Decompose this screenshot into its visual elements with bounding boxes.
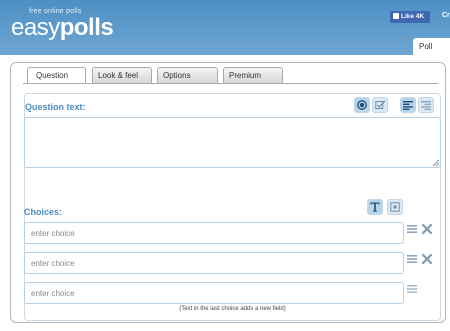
choices-label: Choices:: [24, 207, 63, 217]
question-text-label: Question text:: [25, 102, 86, 112]
choices-hint: (Text in the last choice adds a new fiel…: [179, 306, 286, 312]
choice-input-1[interactable]: enter choice: [24, 222, 404, 244]
choice-input-2[interactable]: enter choice: [24, 252, 404, 274]
align-right-button[interactable]: [418, 97, 434, 113]
delete-choice-icon[interactable]: [421, 253, 433, 265]
text-icon: [370, 202, 380, 212]
drag-handle-icon[interactable]: [406, 253, 418, 265]
delete-choice-icon[interactable]: [421, 223, 433, 235]
logo-word-bold: polls: [59, 14, 114, 41]
poll-editor-card: Question Look & feel Options Premium Que…: [10, 62, 446, 323]
image-choice-button[interactable]: [387, 199, 403, 215]
question-text-input[interactable]: [24, 117, 441, 168]
thumbs-up-icon: [393, 12, 399, 19]
logo-word-light: easy: [11, 14, 60, 41]
tab-divider: [23, 83, 438, 84]
radio-icon: [357, 100, 367, 110]
drag-handle-icon[interactable]: [406, 283, 418, 295]
align-left-button[interactable]: [400, 97, 416, 113]
tab-premium[interactable]: Premium: [223, 67, 283, 83]
tab-look-and-feel[interactable]: Look & feel: [92, 67, 152, 83]
tab-options[interactable]: Options: [157, 67, 218, 83]
image-icon: [390, 202, 400, 212]
facebook-like-button[interactable]: Like 4K: [390, 11, 430, 23]
align-left-icon: [403, 101, 413, 110]
multiple-choice-button[interactable]: [372, 97, 388, 113]
like-label: Like 4K: [401, 13, 425, 20]
text-choice-button[interactable]: [367, 199, 383, 215]
tab-poll[interactable]: Poll: [413, 38, 450, 55]
checkbox-icon: [375, 100, 386, 109]
header-link-cut[interactable]: Cr: [442, 12, 450, 19]
tab-question[interactable]: Question: [27, 67, 86, 84]
logo-wordmark: easypolls: [11, 14, 114, 42]
drag-handle-icon[interactable]: [406, 223, 418, 235]
align-right-icon: [421, 101, 431, 110]
choice-input-3[interactable]: enter choice: [24, 282, 404, 304]
single-choice-button[interactable]: [354, 97, 370, 113]
resize-grip-icon[interactable]: [433, 160, 439, 166]
